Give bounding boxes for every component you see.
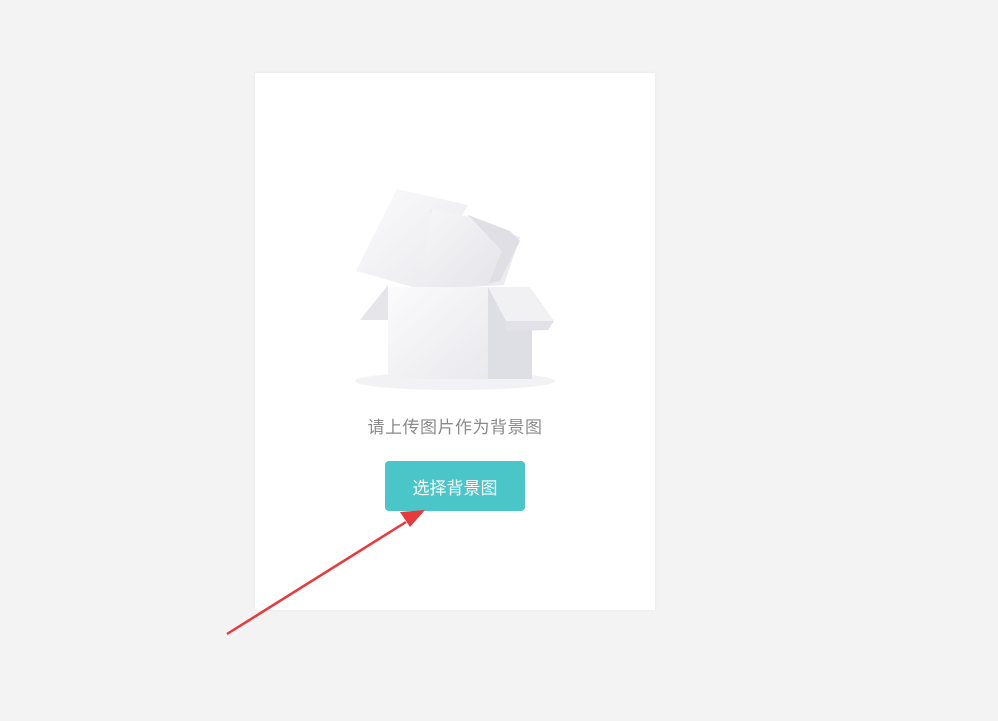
open-box-icon (355, 189, 555, 390)
upload-hint-text: 请上传图片作为背景图 (367, 418, 543, 438)
select-background-button[interactable]: 选择背景图 (385, 461, 525, 511)
upload-card: 请上传图片作为背景图 选择背景图 (255, 73, 655, 610)
page: 请上传图片作为背景图 选择背景图 (0, 0, 998, 721)
